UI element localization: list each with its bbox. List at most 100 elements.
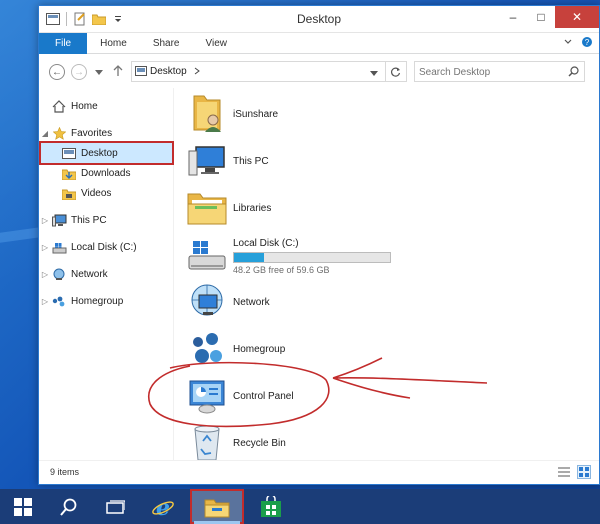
nav-item-home[interactable]: Home <box>39 96 174 116</box>
store-icon <box>261 495 281 517</box>
large-icons-view-button[interactable] <box>577 465 591 479</box>
internet-explorer-button[interactable]: e <box>140 489 186 524</box>
network-icon <box>187 282 227 322</box>
star-icon <box>51 126 67 140</box>
details-view-button[interactable] <box>557 465 571 479</box>
nav-label: Videos <box>81 187 112 199</box>
nav-label: This PC <box>71 214 107 226</box>
item-recycle-bin[interactable]: Recycle Bin <box>187 421 447 465</box>
minimize-button[interactable]: – <box>499 6 527 28</box>
task-view-button[interactable] <box>92 489 138 524</box>
nav-item-favorites[interactable]: ◢ Favorites <box>39 123 174 143</box>
refresh-button[interactable] <box>385 61 407 82</box>
recent-locations-icon[interactable] <box>95 68 103 79</box>
nav-item-downloads[interactable]: Downloads <box>39 163 174 183</box>
drive-icon <box>51 240 67 254</box>
item-name: iSunshare <box>233 108 279 120</box>
nav-label: Home <box>71 100 98 112</box>
nav-item-videos[interactable]: Videos <box>39 183 174 203</box>
nav-label: Downloads <box>81 167 131 179</box>
tab-file[interactable]: File <box>39 32 88 54</box>
collapsed-chevron-icon[interactable]: ▷ <box>39 243 51 252</box>
nav-item-desktop[interactable]: Desktop <box>39 141 174 165</box>
navigation-pane: Home ◢ Favorites Desktop Downloads Video… <box>39 88 174 460</box>
search-icon <box>60 498 77 516</box>
address-bar[interactable]: Desktop <box>131 61 407 82</box>
svg-text:e: e <box>156 495 170 519</box>
store-button[interactable] <box>248 489 294 524</box>
window-controls: – □ ✕ <box>499 6 599 28</box>
item-name: This PC <box>233 155 269 167</box>
computer-icon <box>51 213 67 227</box>
expanded-chevron-icon[interactable]: ◢ <box>39 129 51 138</box>
address-path: Desktop <box>150 66 187 77</box>
nav-item-local-disk[interactable]: ▷ Local Disk (C:) <box>39 237 174 257</box>
libraries-folder-icon <box>187 188 227 228</box>
file-list: iSunshare This PC Libraries Local Disk (… <box>179 88 591 461</box>
drive-icon <box>187 236 227 276</box>
expand-ribbon-icon[interactable] <box>563 36 573 51</box>
refresh-icon <box>391 67 401 77</box>
item-isunshare[interactable]: iSunshare <box>187 92 447 136</box>
item-count: 9 items <box>50 467 80 477</box>
homegroup-icon <box>51 294 67 308</box>
drive-free-space: 48.2 GB free of 59.6 GB <box>233 264 330 275</box>
up-arrow-icon[interactable] <box>113 65 123 80</box>
drive-usage-fill <box>234 252 264 262</box>
homegroup-icon <box>187 329 227 369</box>
search-box[interactable] <box>414 61 585 82</box>
address-dropdown-icon[interactable] <box>370 69 378 80</box>
item-libraries[interactable]: Libraries <box>187 186 447 230</box>
tab-share[interactable]: Share <box>140 33 193 54</box>
tab-view[interactable]: View <box>193 33 241 54</box>
item-name: Local Disk (C:) <box>233 237 299 249</box>
ribbon-tabs: File Home Share View ? <box>39 32 599 54</box>
nav-item-this-pc[interactable]: ▷ This PC <box>39 210 174 230</box>
item-homegroup[interactable]: Homegroup <box>187 327 447 371</box>
videos-folder-icon <box>61 186 77 200</box>
home-icon <box>51 99 67 113</box>
taskbar: e <box>0 489 600 524</box>
item-control-panel[interactable]: Control Panel <box>187 374 447 418</box>
file-explorer-icon <box>204 499 230 517</box>
collapsed-chevron-icon[interactable]: ▷ <box>39 297 51 306</box>
item-name: Homegroup <box>233 343 286 355</box>
downloads-folder-icon <box>61 166 77 180</box>
nav-label: Favorites <box>71 127 113 139</box>
nav-item-network[interactable]: ▷ Network <box>39 264 174 284</box>
nav-item-homegroup[interactable]: ▷ Homegroup <box>39 291 174 311</box>
item-name: Control Panel <box>233 390 294 402</box>
breadcrumb-chevron-icon[interactable] <box>194 67 200 78</box>
item-network[interactable]: Network <box>187 280 447 324</box>
item-local-disk[interactable]: Local Disk (C:) 48.2 GB free of 59.6 GB <box>187 233 447 279</box>
tab-home[interactable]: Home <box>87 33 140 54</box>
item-name: Libraries <box>233 202 272 214</box>
nav-label: Local Disk (C:) <box>71 241 137 253</box>
close-button[interactable]: ✕ <box>555 6 599 28</box>
file-explorer-taskbar-button[interactable] <box>190 489 244 524</box>
desktop-small-icon <box>135 66 147 79</box>
item-name: Network <box>233 296 270 308</box>
start-button[interactable] <box>0 489 46 524</box>
nav-label: Desktop <box>81 147 118 159</box>
address-toolbar: ← → Desktop <box>39 54 599 88</box>
recycle-bin-icon <box>187 423 227 463</box>
item-this-pc[interactable]: This PC <box>187 139 447 183</box>
status-bar: 9 items <box>39 460 599 484</box>
computer-icon <box>187 141 227 181</box>
collapsed-chevron-icon[interactable]: ▷ <box>39 216 51 225</box>
search-input[interactable] <box>419 65 559 79</box>
maximize-button[interactable]: □ <box>527 6 555 28</box>
nav-label: Network <box>71 268 108 280</box>
drive-usage-bar <box>233 251 391 263</box>
search-icon[interactable] <box>568 66 579 80</box>
search-taskbar-button[interactable] <box>46 489 92 524</box>
collapsed-chevron-icon[interactable]: ▷ <box>39 270 51 279</box>
forward-button[interactable]: → <box>71 64 87 80</box>
task-view-icon <box>106 499 125 514</box>
help-icon[interactable]: ? <box>581 36 593 51</box>
back-button[interactable]: ← <box>49 64 65 80</box>
network-icon <box>51 267 67 281</box>
item-name: Recycle Bin <box>233 437 286 449</box>
title-bar: Desktop – □ ✕ <box>39 6 599 33</box>
